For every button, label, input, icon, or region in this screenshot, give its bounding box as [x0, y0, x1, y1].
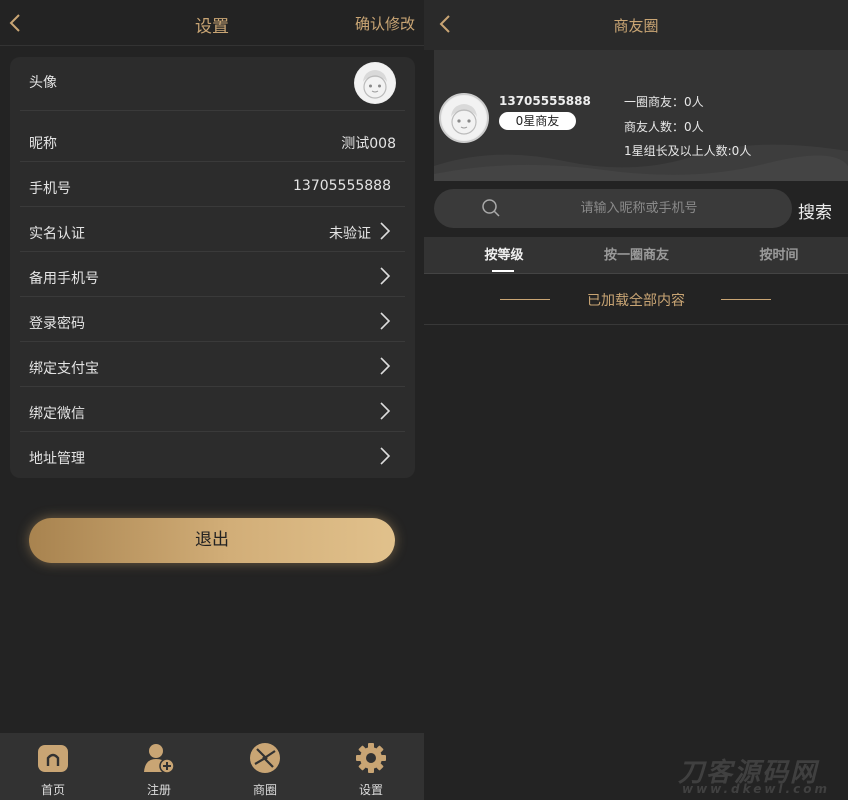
avatar-cartoon-icon [355, 63, 395, 103]
row-label: 绑定支付宝 [29, 361, 99, 377]
circle-header: 商友圈 [424, 0, 848, 50]
chevron-right-icon [380, 267, 391, 285]
settings-row-backup-phone[interactable]: 备用手机号 [20, 252, 405, 297]
load-complete-indicator: 已加载全部内容 [424, 274, 848, 325]
aperture-icon [250, 743, 280, 773]
settings-screen: 设置 确认修改 头像 昵称 测试008 手机号 13705555888 实名认证… [0, 0, 424, 800]
home-icon [38, 745, 68, 772]
chevron-right-icon [380, 447, 391, 465]
settings-row-wechat[interactable]: 绑定微信 [20, 387, 405, 432]
chevron-right-icon [380, 222, 391, 240]
tab-label: 设置 [358, 783, 383, 797]
settings-row-address[interactable]: 地址管理 [20, 432, 405, 477]
tab-sort-by-time[interactable]: 按时间 [739, 237, 819, 274]
avatar-cartoon-icon [442, 96, 486, 140]
row-label: 头像 [29, 75, 57, 91]
verification-status: 未验证 [329, 226, 371, 242]
search-box [434, 189, 792, 228]
search-icon [482, 199, 500, 217]
tab-label: 注册 [146, 783, 171, 797]
divider-line [721, 299, 771, 300]
row-label: 登录密码 [29, 316, 85, 332]
watermark-url: www.dkewl.com [682, 782, 830, 796]
active-tab-indicator [492, 270, 514, 272]
settings-row-phone[interactable]: 手机号 13705555888 [20, 162, 405, 207]
tab-home[interactable]: 首页 [0, 733, 106, 800]
business-circle-screen: 商友圈 13705555888 0星商友 一圈商友：0人 商友人数：0人 1星组… [424, 0, 848, 800]
settings-card: 头像 昵称 测试008 手机号 13705555888 实名认证 未验证 备用手… [10, 57, 415, 478]
tab-settings[interactable]: 设置 [318, 733, 424, 800]
settings-row-nickname[interactable]: 昵称 测试008 [20, 111, 405, 162]
tab-register[interactable]: 注册 [106, 733, 212, 800]
tab-business-circle[interactable]: 商圈 [212, 733, 318, 800]
row-label: 绑定微信 [29, 406, 85, 422]
stat-first-circle: 一圈商友：0人 [624, 95, 704, 109]
logout-button[interactable]: 退出 [29, 518, 395, 563]
settings-row-verification[interactable]: 实名认证 未验证 [20, 207, 405, 252]
row-label: 地址管理 [29, 451, 85, 467]
stat-friend-count: 商友人数：0人 [624, 120, 704, 134]
settings-header: 设置 确认修改 [0, 0, 424, 46]
tab-sort-by-level[interactable]: 按等级 [464, 237, 544, 274]
add-user-icon [144, 744, 175, 774]
bottom-tab-bar: 首页 注册 商圈 设置 [0, 733, 424, 800]
gear-icon [356, 743, 386, 773]
star-level-badge: 0星商友 [499, 112, 576, 130]
row-label: 手机号 [29, 181, 71, 197]
search-button[interactable]: 搜索 [798, 198, 832, 223]
row-label: 备用手机号 [29, 271, 99, 287]
nickname-value: 测试008 [341, 136, 396, 152]
search-input[interactable] [514, 195, 764, 222]
avatar[interactable] [439, 93, 489, 143]
chevron-right-icon [380, 357, 391, 375]
tab-label: 商圈 [252, 783, 277, 797]
avatar[interactable] [354, 62, 396, 104]
tab-label: 首页 [40, 783, 65, 797]
chevron-right-icon [380, 312, 391, 330]
settings-row-avatar[interactable]: 头像 [20, 57, 405, 111]
settings-row-alipay[interactable]: 绑定支付宝 [20, 342, 405, 387]
tab-sort-by-first-circle[interactable]: 按一圈商友 [589, 237, 684, 274]
profile-panel: 13705555888 0星商友 一圈商友：0人 商友人数：0人 1星组长及以上… [434, 50, 848, 181]
settings-row-login-password[interactable]: 登录密码 [20, 297, 405, 342]
loaded-all-text: 已加载全部内容 [587, 293, 685, 309]
chevron-right-icon [380, 402, 391, 420]
row-label: 昵称 [29, 136, 57, 152]
stat-leader-count: 1星组长及以上人数:0人 [624, 144, 752, 158]
sort-tabs: 按等级 按一圈商友 按时间 [424, 237, 848, 274]
page-title: 商友圈 [613, 17, 659, 35]
row-label: 实名认证 [29, 226, 85, 242]
phone-value: 13705555888 [293, 178, 391, 194]
confirm-edit-button[interactable]: 确认修改 [355, 13, 415, 34]
profile-phone: 13705555888 [499, 94, 591, 108]
